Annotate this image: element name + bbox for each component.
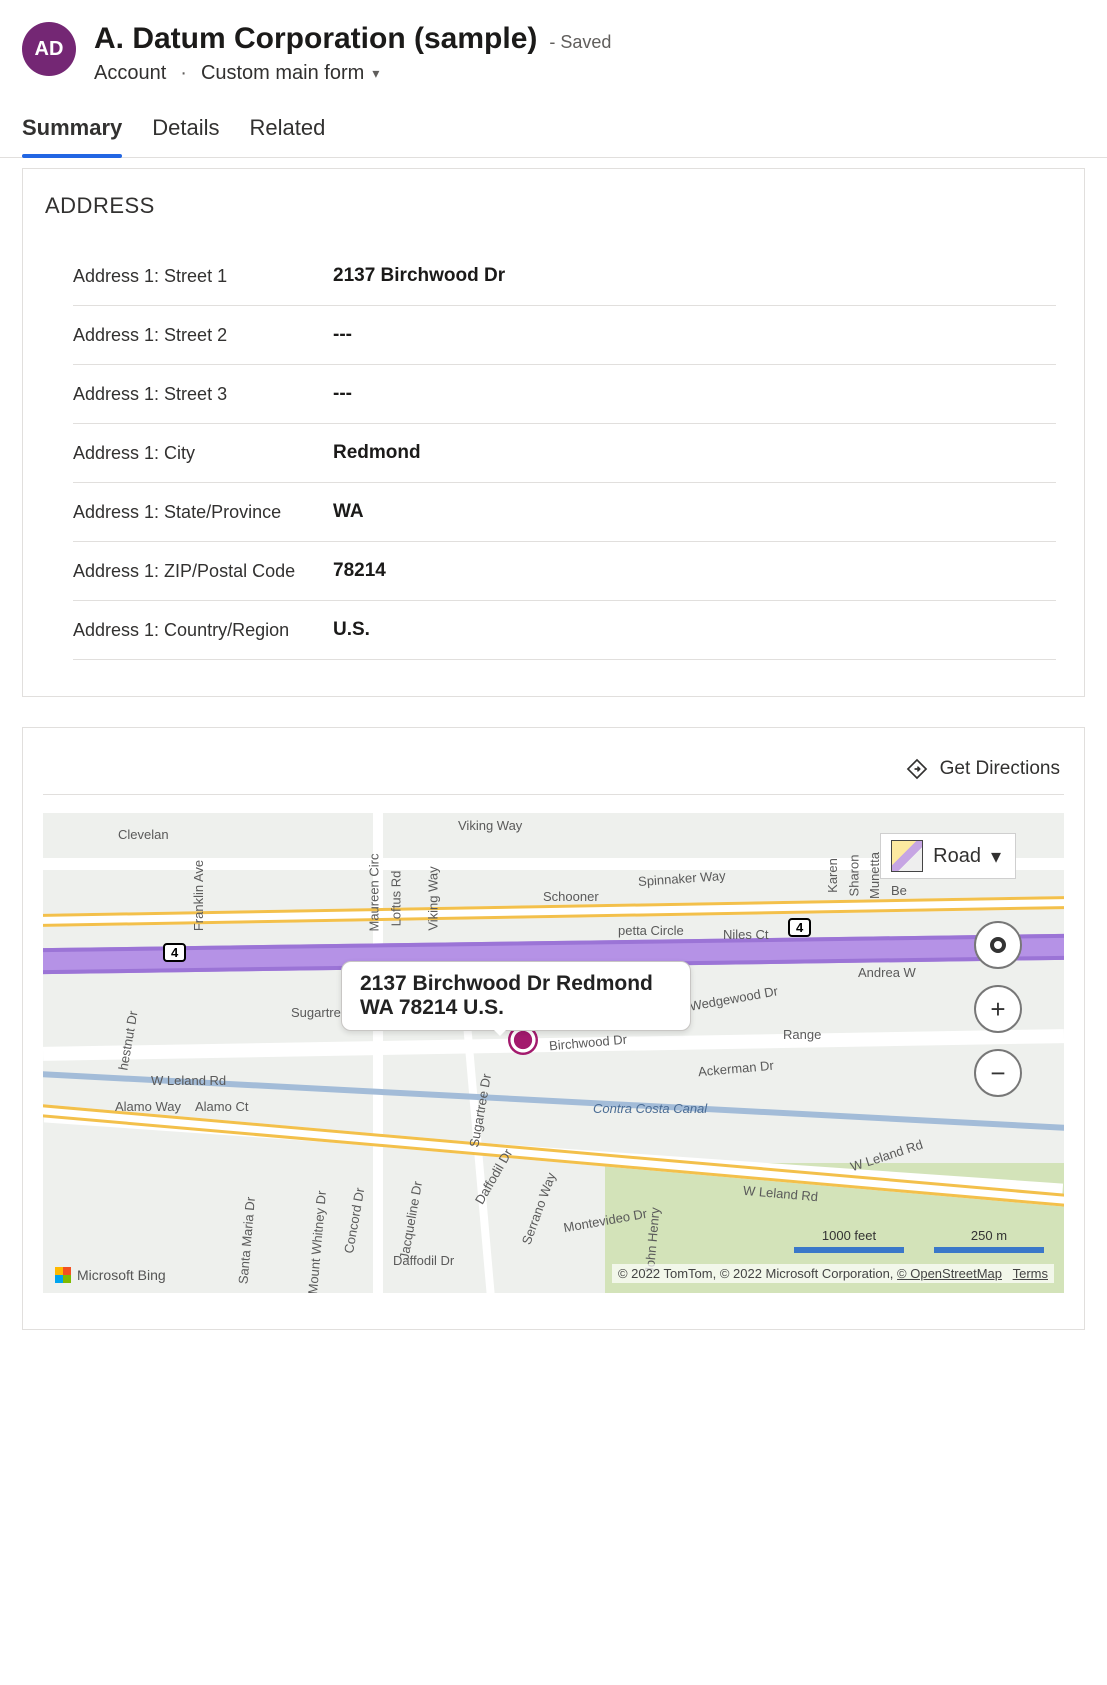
separator-dot: · xyxy=(180,62,187,85)
map-label: Santa Maria Dr xyxy=(235,1196,258,1284)
scale-meters: 250 m xyxy=(971,1228,1007,1243)
microsoft-logo-icon xyxy=(55,1267,71,1283)
map-label: W Leland Rd xyxy=(151,1073,226,1088)
map-label: Alamo Way xyxy=(115,1099,181,1114)
field-value[interactable]: 78214 xyxy=(333,560,386,582)
map-label: Contra Costa Canal xyxy=(593,1101,707,1116)
bing-text: Microsoft Bing xyxy=(77,1267,166,1283)
field-label: Address 1: State/Province xyxy=(73,502,333,523)
field-value[interactable]: Redmond xyxy=(333,442,421,464)
field-value[interactable]: WA xyxy=(333,501,364,523)
field-label: Address 1: City xyxy=(73,443,333,464)
map-label: Spinnaker Way xyxy=(638,868,727,889)
map-label: Andrea W xyxy=(858,965,916,980)
caret-down-icon: ▾ xyxy=(991,844,1001,869)
form-selector[interactable]: Custom main form ▾ xyxy=(201,62,379,85)
entity-type: Account xyxy=(94,62,166,85)
tab-bar: Summary Details Related xyxy=(0,99,1107,158)
map-callout[interactable]: 2137 Birchwood Dr Redmond WA 78214 U.S. xyxy=(341,961,691,1031)
avatar: AD xyxy=(22,22,76,76)
map-label: Mount Whitney Dr xyxy=(305,1190,329,1293)
map-label: hestnut Dr xyxy=(115,1010,140,1072)
field-label: Address 1: Country/Region xyxy=(73,620,333,641)
field-row[interactable]: Address 1: Street 3--- xyxy=(73,365,1056,424)
field-row[interactable]: Address 1: ZIP/Postal Code78214 xyxy=(73,542,1056,601)
map-label: Be xyxy=(891,883,907,898)
map-label: Schooner xyxy=(543,889,599,904)
map-label: Loftus Rd xyxy=(388,871,403,927)
map-type-label: Road xyxy=(933,845,981,868)
directions-icon xyxy=(906,758,928,780)
field-row[interactable]: Address 1: Street 2--- xyxy=(73,306,1056,365)
field-row[interactable]: Address 1: Country/RegionU.S. xyxy=(73,601,1056,660)
map-label: Sugartree xyxy=(291,1005,348,1020)
map-label: Ackerman Dr xyxy=(697,1058,774,1080)
map-label: Concord Dr xyxy=(341,1186,367,1254)
map-attribution: © 2022 TomTom, © 2022 Microsoft Corporat… xyxy=(612,1264,1054,1283)
locate-icon xyxy=(990,937,1006,953)
field-value[interactable]: 2137 Birchwood Dr xyxy=(333,265,505,287)
attrib-text: © 2022 TomTom, © 2022 Microsoft Corporat… xyxy=(618,1266,897,1281)
map-label: Range xyxy=(783,1027,821,1042)
record-title: A. Datum Corporation (sample) xyxy=(94,22,537,56)
map-label: Sharon xyxy=(846,855,861,897)
field-label: Address 1: ZIP/Postal Code xyxy=(73,561,333,582)
address-card: ADDRESS Address 1: Street 12137 Birchwoo… xyxy=(22,168,1085,697)
map-label: Niles Ct xyxy=(723,927,769,942)
map-label: petta Circle xyxy=(618,923,684,938)
map-label: Viking Way xyxy=(458,818,522,833)
map-label: Wedgewood Dr xyxy=(688,983,779,1013)
map-label: Alamo Ct xyxy=(195,1099,248,1114)
form-selector-label: Custom main form xyxy=(201,62,364,85)
record-header: AD A. Datum Corporation (sample) - Saved… xyxy=(0,0,1107,99)
field-label: Address 1: Street 3 xyxy=(73,384,333,405)
map-label: Franklin Ave xyxy=(191,860,206,931)
field-value[interactable]: --- xyxy=(333,383,352,405)
map-label: Viking Way xyxy=(426,866,441,930)
field-value[interactable]: --- xyxy=(333,324,352,346)
saved-badge: - Saved xyxy=(549,32,611,53)
locate-button[interactable] xyxy=(974,921,1022,969)
field-row[interactable]: Address 1: Street 12137 Birchwood Dr xyxy=(73,247,1056,306)
tab-related[interactable]: Related xyxy=(250,109,326,157)
field-label: Address 1: Street 1 xyxy=(73,266,333,287)
field-label: Address 1: Street 2 xyxy=(73,325,333,346)
section-title-address: ADDRESS xyxy=(45,193,1064,219)
map-label: Jacqueline Dr xyxy=(396,1180,425,1261)
map-label: Karen xyxy=(825,858,840,893)
osm-link[interactable]: © OpenStreetMap xyxy=(897,1266,1002,1281)
tab-details[interactable]: Details xyxy=(152,109,219,157)
map-label: Daffodil Dr xyxy=(393,1253,454,1268)
map-type-selector[interactable]: Road ▾ xyxy=(880,833,1016,879)
map-type-thumb-icon xyxy=(891,840,923,872)
map[interactable]: 4 4 Viking Way Schooner Spinnaker Way pe… xyxy=(43,813,1064,1293)
route-shield: 4 xyxy=(163,943,186,962)
route-shield: 4 xyxy=(788,918,811,937)
scale-feet: 1000 feet xyxy=(822,1228,876,1243)
map-card: Get Directions 4 4 Viking Way Schooner S… xyxy=(22,727,1085,1330)
chevron-down-icon: ▾ xyxy=(372,65,379,82)
map-label: Serrano Way xyxy=(519,1171,559,1247)
map-label: Clevelan xyxy=(118,827,169,842)
tab-summary[interactable]: Summary xyxy=(22,109,122,157)
terms-link[interactable]: Terms xyxy=(1013,1266,1048,1281)
zoom-in-button[interactable]: + xyxy=(974,985,1022,1033)
zoom-out-button[interactable]: − xyxy=(974,1049,1022,1097)
map-scalebar: 1000 feet 250 m xyxy=(794,1228,1044,1253)
get-directions-link[interactable]: Get Directions xyxy=(940,758,1060,780)
map-label: Maureen Circ xyxy=(367,853,382,931)
field-row[interactable]: Address 1: CityRedmond xyxy=(73,424,1056,483)
field-row[interactable]: Address 1: State/ProvinceWA xyxy=(73,483,1056,542)
bing-logo: Microsoft Bing xyxy=(55,1267,166,1283)
field-value[interactable]: U.S. xyxy=(333,619,370,641)
